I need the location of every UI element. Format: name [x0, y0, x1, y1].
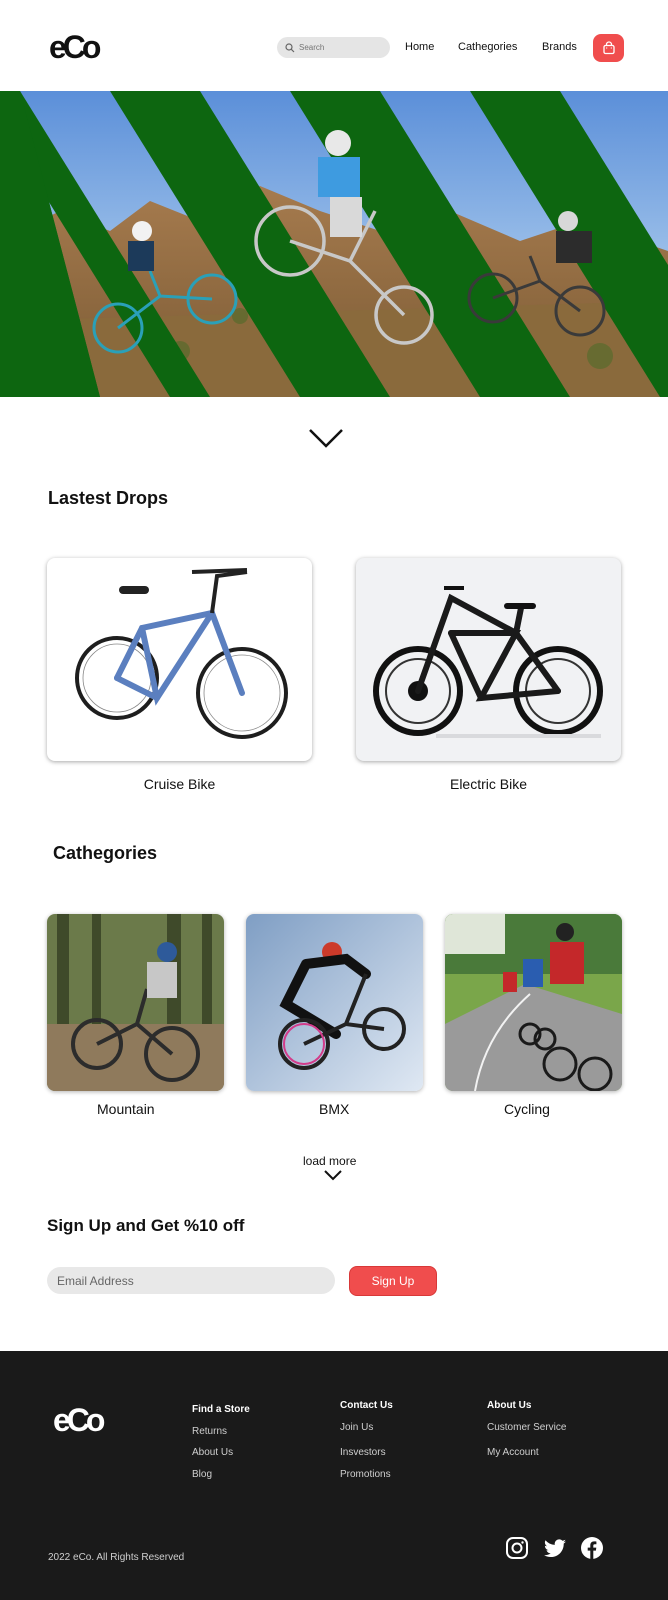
facebook-icon[interactable] [580, 1536, 604, 1560]
instagram-icon[interactable] [505, 1536, 529, 1560]
cycling-image [445, 914, 622, 1091]
chevron-down-icon[interactable] [324, 1170, 342, 1181]
mountain-image [47, 914, 224, 1091]
footer-link-promotions[interactable]: Promotions [340, 1469, 391, 1480]
hero-image [0, 91, 668, 397]
signup-title: Sign Up and Get %10 off [47, 1216, 245, 1235]
svg-text:eCo: eCo [49, 29, 101, 64]
category-name: Cycling [504, 1101, 550, 1117]
footer-link-my-account[interactable]: My Account [487, 1447, 539, 1458]
footer-link-find-store[interactable]: Find a Store [192, 1404, 250, 1415]
footer-link-about[interactable]: About Us [192, 1447, 233, 1458]
footer-link-about-us[interactable]: About Us [487, 1400, 531, 1411]
eco-logo[interactable]: eCo [49, 28, 101, 64]
nav-categories[interactable]: Cathegories [458, 41, 517, 53]
bmx-image [246, 914, 423, 1091]
scroll-down-icon[interactable] [308, 428, 344, 448]
site-header: eCo Home Cathegories Brands [0, 0, 668, 92]
electric-bike-image [373, 586, 603, 738]
category-tile-bmx[interactable] [246, 914, 423, 1091]
footer-link-contact[interactable]: Contact Us [340, 1400, 393, 1411]
search-bar[interactable] [277, 37, 390, 58]
copyright-text: 2022 eCo. All Rights Reserved [48, 1552, 185, 1563]
load-more-link[interactable]: load more [303, 1154, 356, 1168]
shopping-bag-icon [602, 41, 615, 55]
nav-home[interactable]: Home [405, 41, 434, 53]
footer-link-blog[interactable]: Blog [192, 1469, 212, 1480]
category-name: BMX [319, 1101, 350, 1117]
email-field[interactable] [47, 1267, 335, 1294]
category-tile-mountain[interactable] [47, 914, 224, 1091]
search-icon [285, 42, 295, 52]
site-footer: eCo Find a Store Returns About Us Blog C… [0, 1351, 668, 1600]
footer-link-investors[interactable]: Insvestors [340, 1447, 386, 1458]
category-name: Mountain [97, 1101, 155, 1117]
category-tile-cycling[interactable] [445, 914, 622, 1091]
categories-title: Cathegories [53, 843, 158, 863]
search-input[interactable] [299, 43, 389, 52]
svg-text:eCo: eCo [53, 1402, 105, 1437]
footer-link-customer-service[interactable]: Customer Service [487, 1422, 566, 1433]
cart-button[interactable] [593, 34, 624, 62]
footer-link-join[interactable]: Join Us [340, 1422, 373, 1433]
product-name: Electric Bike [449, 776, 528, 792]
product-card-cruise-bike[interactable] [47, 558, 312, 761]
footer-link-returns[interactable]: Returns [192, 1426, 227, 1437]
twitter-icon[interactable] [543, 1536, 567, 1560]
signup-button[interactable]: Sign Up [349, 1266, 437, 1296]
hero-banner [0, 91, 668, 397]
cruise-bike-image [75, 568, 288, 739]
product-card-electric-bike[interactable] [356, 558, 621, 761]
latest-drops-title: Lastest Drops [48, 488, 169, 508]
nav-brands[interactable]: Brands [542, 41, 577, 53]
eco-logo[interactable]: eCo [53, 1401, 105, 1437]
product-name: Cruise Bike [143, 776, 216, 792]
